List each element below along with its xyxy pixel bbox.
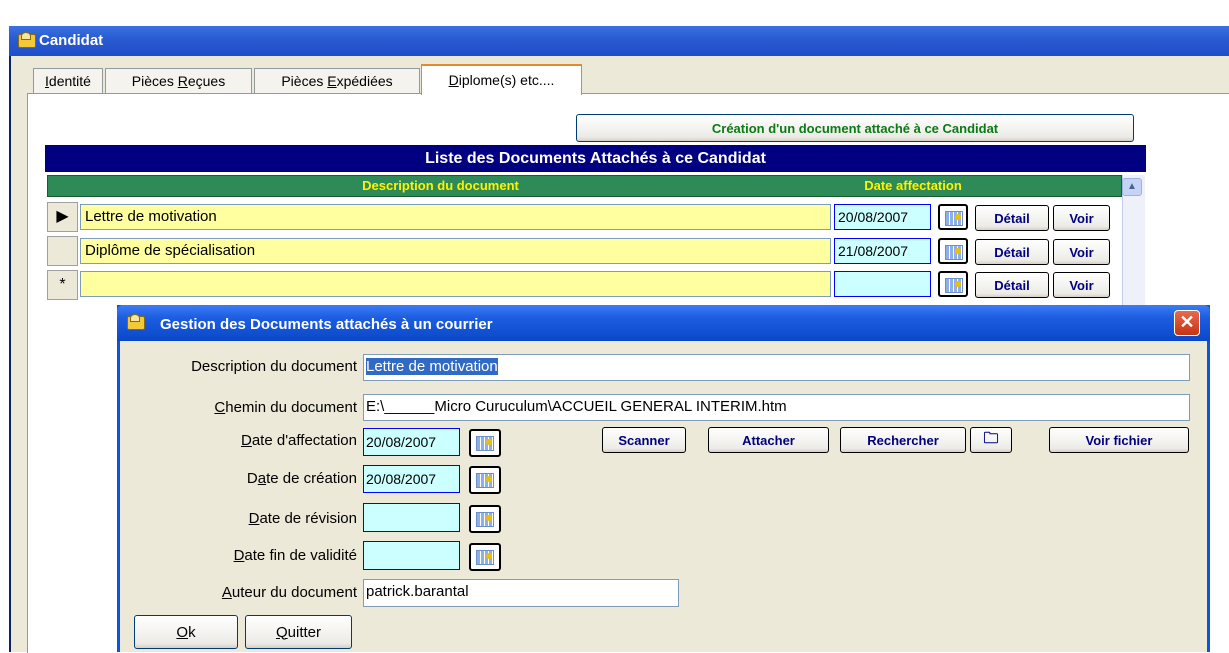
detail-button[interactable]: Détail xyxy=(975,272,1049,298)
close-icon[interactable]: ✕ xyxy=(1174,310,1200,336)
voir-button[interactable]: Voir xyxy=(1053,239,1110,265)
scanner-button[interactable]: Scanner xyxy=(602,427,686,453)
chemin-label: Chemin du document xyxy=(214,399,357,416)
folder-icon xyxy=(127,314,145,330)
row-date[interactable] xyxy=(834,271,931,297)
calendar-icon[interactable] xyxy=(469,505,501,533)
list-header: Description du document Date affectation xyxy=(47,175,1122,197)
list-title: Liste des Documents Attachés à ce Candid… xyxy=(45,145,1146,172)
open-folder-icon[interactable]: 🗀 xyxy=(970,427,1012,453)
create-document-button[interactable]: Création d'un document attaché à ce Cand… xyxy=(576,114,1134,142)
row-date[interactable]: 21/08/2007 xyxy=(834,238,931,264)
creation-label: Date de création xyxy=(246,470,357,487)
attacher-button[interactable]: Attacher xyxy=(708,427,829,453)
tab-diplomes[interactable]: Diplome(s) etc.... xyxy=(421,64,582,95)
voir-fichier-button[interactable]: Voir fichier xyxy=(1049,427,1189,453)
tab-pieces-expediees[interactable]: Pièces Expédiées xyxy=(254,68,420,94)
row-description[interactable]: Diplôme de spécialisation xyxy=(80,238,831,264)
calendar-icon[interactable] xyxy=(938,271,968,297)
voir-button[interactable]: Voir xyxy=(1053,272,1110,298)
dialog-title: Gestion des Documents attachés à un cour… xyxy=(160,316,493,333)
quitter-button[interactable]: Quitter xyxy=(245,615,352,649)
description-label: Description du document xyxy=(191,358,357,375)
revision-date-field[interactable] xyxy=(363,503,460,532)
affectation-date-field[interactable]: 20/08/2007 xyxy=(363,428,460,456)
creation-date-field[interactable]: 20/08/2007 xyxy=(363,465,460,493)
calendar-icon[interactable] xyxy=(469,543,501,571)
row-selector[interactable] xyxy=(47,236,78,266)
calendar-icon[interactable] xyxy=(938,238,968,264)
ok-button[interactable]: Ok xyxy=(134,615,238,649)
column-header-description: Description du document xyxy=(362,178,519,193)
folder-icon xyxy=(18,32,36,48)
tab-pieces-recues[interactable]: Pièces Reçues xyxy=(105,68,252,94)
fin-validite-label: Date fin de validité xyxy=(233,547,357,564)
main-titlebar: Candidat xyxy=(9,26,1229,56)
revision-label: Date de révision xyxy=(248,510,357,527)
scroll-up-icon[interactable]: ▲ xyxy=(1122,178,1142,196)
tab-identite[interactable]: Identité xyxy=(33,68,103,94)
affectation-label: Date d'affectation xyxy=(240,432,357,449)
rechercher-button[interactable]: Rechercher xyxy=(840,427,966,453)
auteur-field[interactable]: patrick.barantal xyxy=(363,579,679,607)
auteur-label: Auteur du document xyxy=(221,584,357,601)
detail-button[interactable]: Détail xyxy=(975,205,1049,231)
row-description[interactable] xyxy=(80,271,831,297)
detail-button[interactable]: Détail xyxy=(975,239,1049,265)
window-title: Candidat xyxy=(39,32,104,49)
row-selector[interactable]: ▶ xyxy=(47,202,78,232)
fin-validite-date-field[interactable] xyxy=(363,541,460,570)
chemin-field[interactable]: E:\______Micro Curuculum\ACCUEIL GENERAL… xyxy=(363,394,1190,421)
row-description[interactable]: Lettre de motivation xyxy=(80,204,831,230)
calendar-icon[interactable] xyxy=(469,429,501,457)
row-date[interactable]: 20/08/2007 xyxy=(834,204,931,230)
calendar-icon[interactable] xyxy=(469,466,501,494)
calendar-icon[interactable] xyxy=(938,204,968,230)
column-header-date: Date affectation xyxy=(864,178,962,193)
description-field[interactable]: Lettre de motivation xyxy=(363,354,1190,381)
row-selector-new[interactable]: * xyxy=(47,270,78,300)
voir-button[interactable]: Voir xyxy=(1053,205,1110,231)
